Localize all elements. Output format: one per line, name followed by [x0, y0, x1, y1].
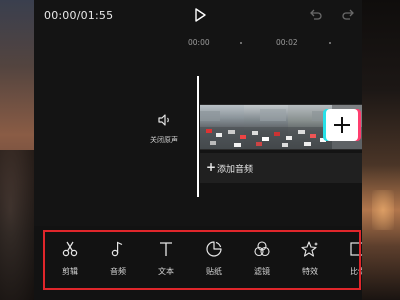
- mute-label: 关闭原声: [150, 136, 178, 144]
- plus-icon: +: [206, 160, 217, 174]
- tool-aspect-ratio[interactable]: 比例: [332, 231, 362, 286]
- bottom-panel: 剪辑 音频 文本 贴纸 滤镜 特效 比: [34, 226, 362, 300]
- tool-filter[interactable]: 滤镜: [236, 231, 284, 286]
- tool-label: 剪辑: [62, 267, 78, 276]
- edit-toolbar: 剪辑 音频 文本 贴纸 滤镜 特效 比: [44, 231, 362, 286]
- ruler-tick: [240, 42, 242, 44]
- play-icon[interactable]: [192, 7, 208, 23]
- undo-icon[interactable]: [309, 8, 323, 22]
- speaker-icon: [158, 114, 169, 126]
- add-clip-button[interactable]: [326, 109, 358, 141]
- ruler-label: 00:02: [276, 38, 298, 47]
- tool-label: 贴纸: [206, 267, 222, 276]
- ruler-tick: [329, 42, 331, 44]
- background-left: [0, 0, 34, 300]
- mute-original-button[interactable]: 关闭原声: [144, 112, 184, 145]
- tool-effects[interactable]: 特效: [284, 231, 332, 286]
- add-audio-button[interactable]: + 添加音频: [200, 153, 362, 183]
- scissors-icon: [62, 241, 78, 257]
- tool-label: 音频: [110, 267, 126, 276]
- text-icon: [160, 242, 172, 256]
- top-bar: 00:00/01:55: [34, 0, 362, 32]
- tool-label: 比例: [350, 267, 362, 276]
- tool-cut[interactable]: 剪辑: [44, 231, 92, 286]
- filter-icon: [254, 241, 270, 257]
- ruler-label: 00:00: [188, 38, 210, 47]
- playhead[interactable]: [197, 76, 199, 197]
- background-right: [362, 0, 400, 300]
- tool-label: 文本: [158, 267, 174, 276]
- video-editor: 00:00/01:55 00:00 00:02 关闭原声 + 添加音频 剪辑 音…: [34, 0, 362, 300]
- tool-label: 特效: [302, 267, 318, 276]
- timeline-ruler[interactable]: 00:00 00:02: [34, 36, 362, 50]
- add-audio-label: 添加音频: [217, 165, 254, 175]
- tool-text[interactable]: 文本: [140, 231, 188, 286]
- sticker-icon: [206, 241, 222, 257]
- tool-audio[interactable]: 音频: [92, 231, 140, 286]
- aspect-ratio-icon: [350, 242, 362, 256]
- redo-icon[interactable]: [341, 8, 355, 22]
- tool-sticker[interactable]: 贴纸: [188, 231, 236, 286]
- tool-label: 滤镜: [254, 267, 270, 276]
- effects-icon: [301, 241, 318, 257]
- time-display: 00:00/01:55: [44, 9, 114, 22]
- plus-icon-vertical: [341, 117, 343, 133]
- music-note-icon: [111, 241, 123, 257]
